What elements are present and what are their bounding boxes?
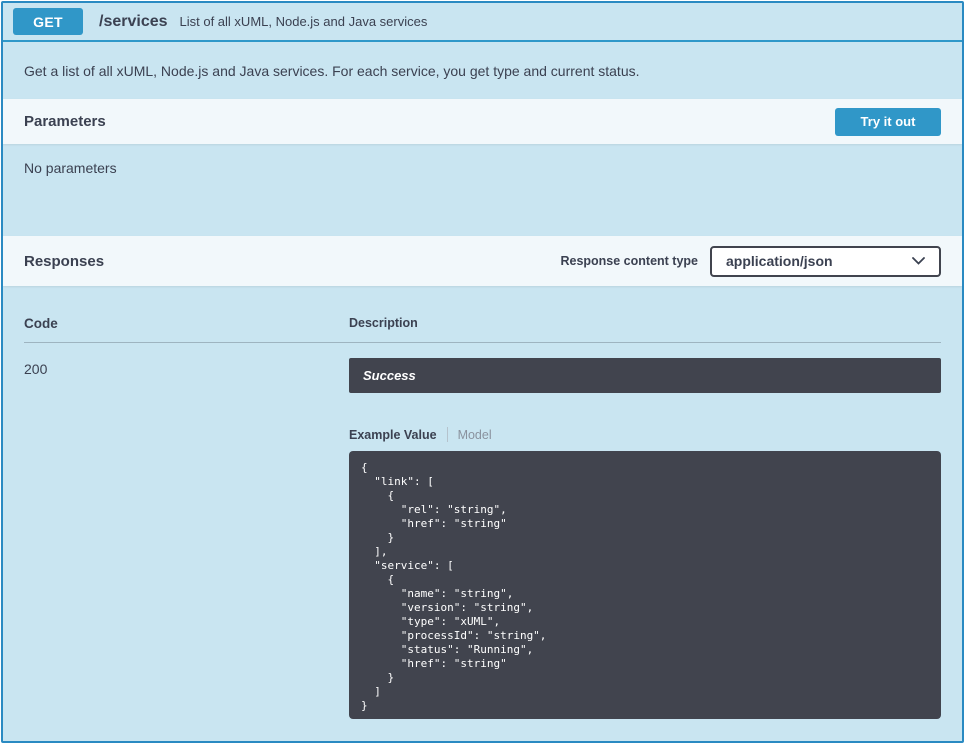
parameters-section-header: Parameters Try it out xyxy=(3,99,962,144)
responses-table-header: Code Description xyxy=(24,316,941,343)
response-content-type-group: Response content type application/json xyxy=(560,246,941,277)
try-it-out-button[interactable]: Try it out xyxy=(835,108,941,136)
response-content-type-select[interactable]: application/json xyxy=(710,246,941,277)
tab-example-value[interactable]: Example Value xyxy=(349,428,437,442)
http-method-badge: GET xyxy=(13,8,83,35)
responses-section-header: Responses Response content type applicat… xyxy=(3,236,962,286)
tab-model[interactable]: Model xyxy=(458,428,492,442)
operation-description: Get a list of all xUML, Node.js and Java… xyxy=(3,42,962,99)
example-model-tabs: Example Value Model xyxy=(349,427,941,442)
description-column-header: Description xyxy=(349,316,941,331)
response-code: 200 xyxy=(24,358,349,719)
response-content-type-label: Response content type xyxy=(560,254,698,268)
no-parameters-text: No parameters xyxy=(24,160,941,176)
selected-content-type: application/json xyxy=(726,253,833,269)
responses-title: Responses xyxy=(24,253,104,270)
example-json-block[interactable]: { "link": [ { "rel": "string", "href": "… xyxy=(349,451,941,719)
parameters-body: No parameters xyxy=(3,144,962,236)
operation-header[interactable]: GET /services List of all xUML, Node.js … xyxy=(3,3,962,42)
responses-body: Code Description 200 Success Example Val… xyxy=(3,286,962,741)
response-description-cell: Success Example Value Model { "link": [ … xyxy=(349,358,941,719)
tab-divider xyxy=(447,427,448,442)
operation-panel: GET /services List of all xUML, Node.js … xyxy=(1,1,964,743)
code-column-header: Code xyxy=(24,316,349,331)
parameters-title: Parameters xyxy=(24,113,106,130)
description-text: Get a list of all xUML, Node.js and Java… xyxy=(24,63,640,79)
response-row: 200 Success Example Value Model { "link"… xyxy=(24,358,941,719)
endpoint-summary: List of all xUML, Node.js and Java servi… xyxy=(180,14,428,29)
chevron-down-icon xyxy=(912,252,925,270)
response-description-banner: Success xyxy=(349,358,941,393)
endpoint-path: /services xyxy=(99,13,168,31)
